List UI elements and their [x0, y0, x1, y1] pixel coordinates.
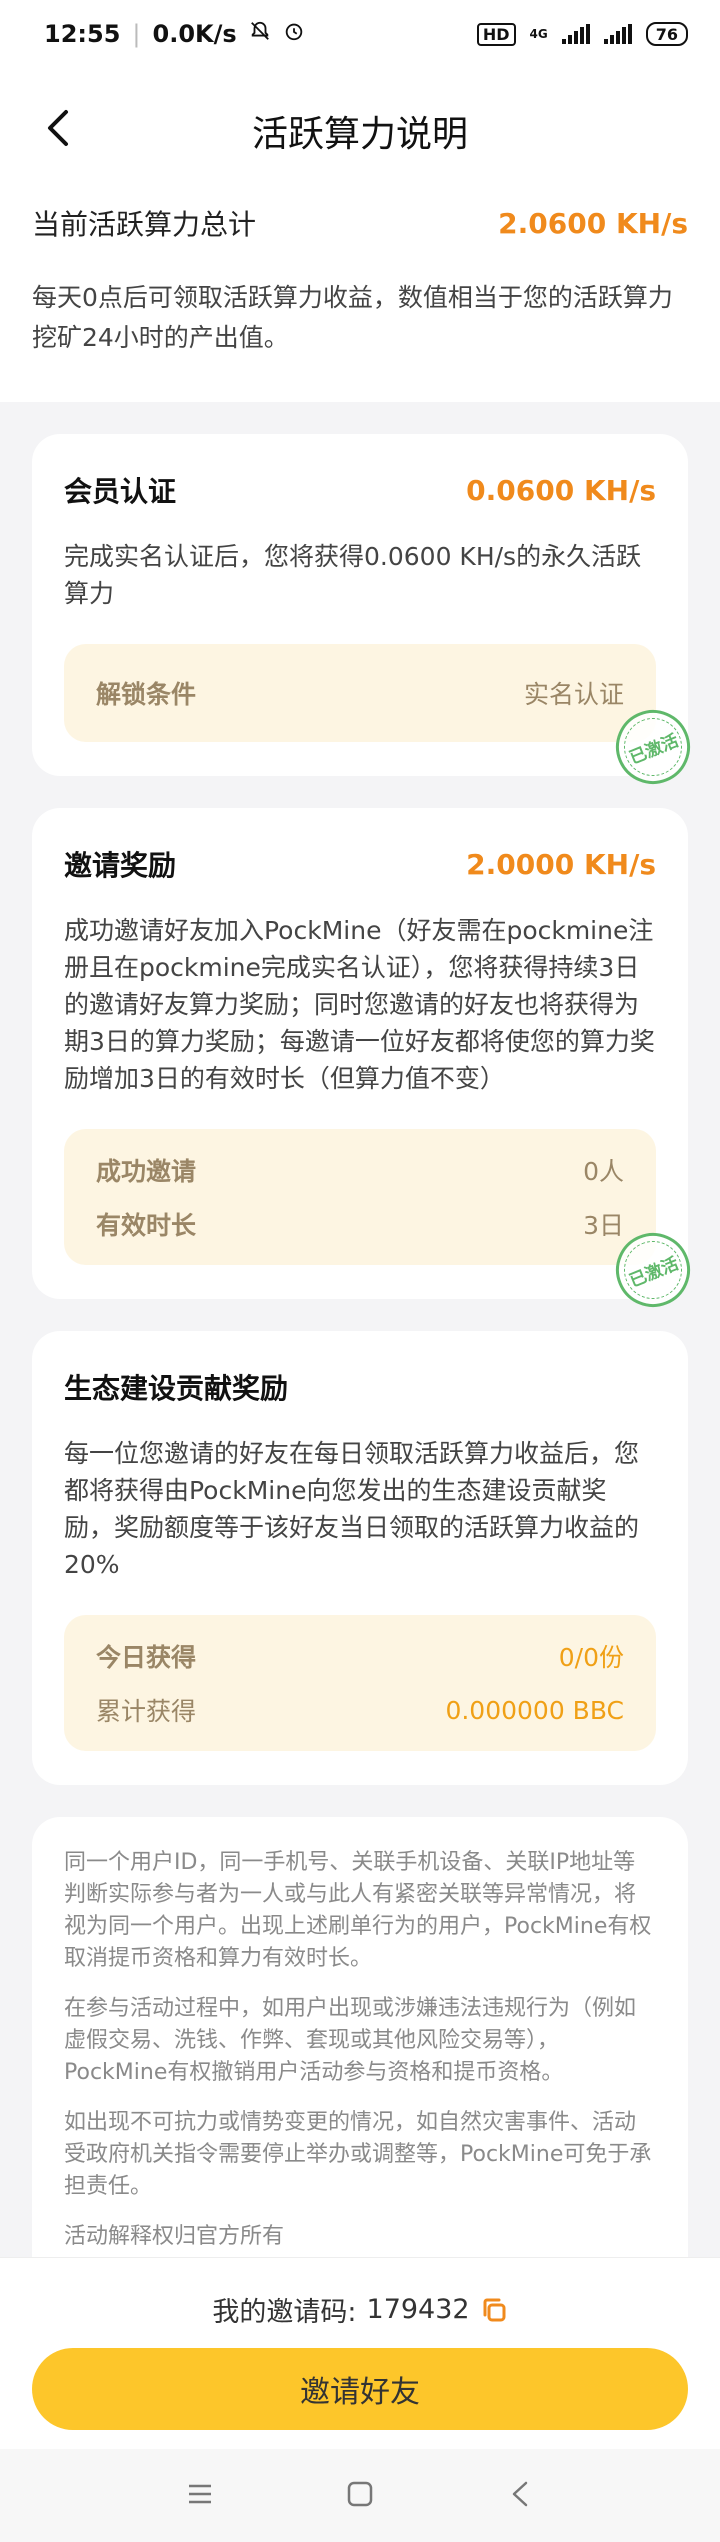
header: 活跃算力说明 [0, 68, 720, 194]
hd-badge: HD [476, 22, 516, 46]
eco-card: 生态建设贡献奖励 每一位您邀请的好友在每日领取活跃算力收益后，您都将获得由Poc… [32, 1331, 688, 1785]
summary-row: 当前活跃算力总计 2.0600 KH/s [32, 194, 688, 252]
duration-label: 有效时长 [96, 1211, 197, 1240]
copy-icon[interactable] [480, 2296, 508, 2324]
summary-desc: 每天0点后可领取活跃算力收益，数值相当于您的活跃算力挖矿24小时的产出值。 [32, 283, 673, 352]
card-head: 生态建设贡献奖励 [64, 1357, 656, 1417]
rules-card: 同一个用户ID，同一手机号、关联手机设备、关联IP地址等判断实际参与者为一人或与… [32, 1817, 688, 2287]
card-title: 生态建设贡献奖励 [64, 1372, 289, 1405]
summary-label: 当前活跃算力总计 [32, 208, 257, 241]
card-desc: 每一位您邀请的好友在每日领取活跃算力收益后，您都将获得由PockMine向您发出… [64, 1439, 640, 1579]
home-button[interactable] [335, 2471, 385, 2521]
status-right: HD 4G 76 [476, 22, 688, 46]
bottom-bar: 我的邀请码: 179432 邀请好友 [0, 2257, 720, 2449]
invite-friends-button[interactable]: 邀请好友 [32, 2348, 688, 2430]
network-type: 4G [529, 27, 548, 41]
rule-text: 活动解释权归官方所有 [64, 2224, 285, 2249]
card-head: 邀请奖励 2.0000 KH/s [64, 834, 656, 894]
alarm-icon [283, 20, 305, 48]
mute-bell-icon [249, 20, 271, 48]
signal-icon-2 [603, 24, 632, 44]
invite-code-label: 我的邀请码: [212, 2297, 357, 2328]
condition-row: 累计获得 0.000000 BBC [96, 1683, 624, 1737]
page-title: 活跃算力说明 [251, 114, 468, 155]
total-earned-value: 0.000000 BBC [445, 1695, 624, 1725]
summary-value: 2.0600 KH/s [498, 206, 688, 240]
status-time: 12:55 [44, 20, 121, 48]
success-invite-value: 0人 [583, 1157, 624, 1186]
card-desc: 成功邀请好友加入PockMine（好友需在pockmine注册且在pockmin… [64, 916, 655, 1093]
duration-value: 3日 [583, 1211, 624, 1240]
rule-text: 同一个用户ID，同一手机号、关联手机设备、关联IP地址等判断实际参与者为一人或与… [64, 1850, 652, 1971]
card-title: 邀请奖励 [64, 849, 177, 882]
condition-row: 有效时长 3日 [96, 1197, 624, 1251]
condition-row: 成功邀请 0人 [96, 1143, 624, 1197]
condition-box: 解锁条件 实名认证 [64, 644, 656, 742]
success-invite-label: 成功邀请 [96, 1157, 197, 1186]
menu-button[interactable] [175, 2471, 225, 2521]
system-back-button[interactable] [495, 2471, 545, 2521]
summary-section: 当前活跃算力总计 2.0600 KH/s 每天0点后可领取活跃算力收益，数值相当… [0, 194, 720, 402]
condition-row: 今日获得 0/0份 [96, 1629, 624, 1683]
battery-icon: 76 [645, 22, 688, 46]
card-desc: 完成实名认证后，您将获得0.0600 KH/s的永久活跃算力 [64, 542, 642, 608]
card-value: 0.0600 KH/s [466, 473, 656, 507]
square-home-icon [346, 2480, 374, 2512]
invite-card: 邀请奖励 2.0000 KH/s 成功邀请好友加入PockMine（好友需在po… [32, 808, 702, 1319]
page: 12:55 | 0.0K/s HD 4G 76 活跃算力说明 当前活跃算力总计 … [0, 0, 720, 2542]
condition-box: 成功邀请 0人 有效时长 3日 [64, 1129, 656, 1265]
system-navbar [0, 2449, 720, 2542]
invite-code-row: 我的邀请码: 179432 [0, 2290, 720, 2329]
triangle-back-icon [509, 2480, 531, 2512]
card-title: 会员认证 [64, 475, 177, 508]
member-card: 会员认证 0.0600 KH/s 完成实名认证后，您将获得0.0600 KH/s… [32, 434, 702, 796]
condition-label: 解锁条件 [96, 680, 197, 709]
chevron-left-icon [44, 108, 72, 152]
total-earned-label: 累计获得 [96, 1697, 197, 1726]
today-earned-value: 0/0份 [558, 1643, 624, 1672]
card-value: 2.0000 KH/s [466, 847, 656, 881]
status-net-speed: 0.0K/s [152, 20, 237, 48]
today-earned-label: 今日获得 [96, 1643, 197, 1672]
status-separator: | [132, 20, 141, 48]
signal-icon [561, 24, 590, 44]
condition-value: 实名认证 [523, 680, 624, 709]
card-head: 会员认证 0.0600 KH/s [64, 460, 656, 520]
condition-row: 解锁条件 实名认证 [96, 666, 624, 720]
status-bar: 12:55 | 0.0K/s HD 4G 76 [0, 0, 720, 68]
condition-box: 今日获得 0/0份 累计获得 0.000000 BBC [64, 1615, 656, 1751]
rule-text: 如出现不可抗力或情势变更的情况，如自然灾害事件、活动受政府机关指令需要停止举办或… [64, 2110, 652, 2199]
rule-text: 在参与活动过程中，如用户出现或涉嫌违法违规行为（例如虚假交易、洗钱、作弊、套现或… [64, 1996, 637, 2085]
cards-container: 会员认证 0.0600 KH/s 完成实名认证后，您将获得0.0600 KH/s… [0, 402, 720, 2287]
status-left: 12:55 | 0.0K/s [44, 20, 305, 48]
menu-icon [187, 2483, 213, 2509]
back-button[interactable] [30, 102, 86, 158]
invite-code-value: 179432 [366, 2294, 470, 2325]
